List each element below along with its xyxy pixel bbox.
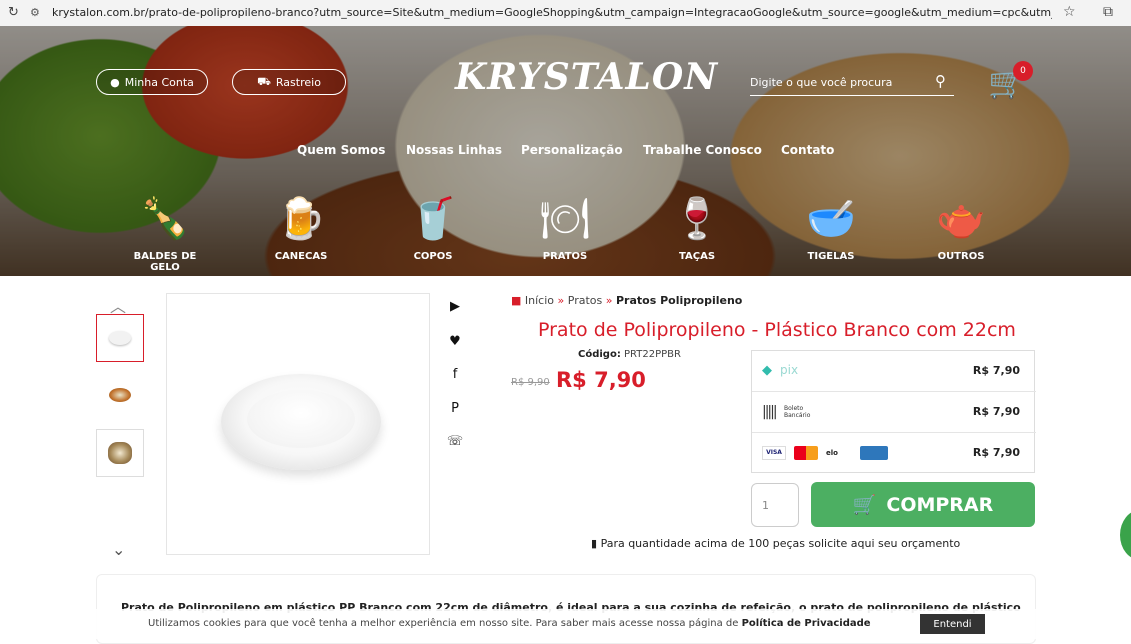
category-pratos[interactable]: 🍽 PRATOS	[520, 191, 610, 262]
browser-address-bar: ↻ ⚙ krystalon.com.br/prato-de-polipropil…	[0, 0, 1131, 26]
category-baldes-de-gelo[interactable]: 🍾 BALDES DE GELO	[120, 191, 210, 273]
header-hero: ● Minha Conta ⛟ Rastreio KRYSTALON Digit…	[0, 26, 1131, 276]
old-price: R$ 9,90	[511, 377, 550, 388]
thumbnail-plate[interactable]	[96, 314, 144, 362]
whatsapp-chat-button[interactable]	[1120, 510, 1131, 560]
quote-link[interactable]: ▮ Para quantidade acima de 100 peças sol…	[591, 537, 960, 550]
wine-glass-icon: 🍷	[672, 196, 722, 242]
pitcher-icon: 🫖	[936, 196, 986, 242]
clipboard-icon: ▮	[591, 537, 598, 550]
quantity-input[interactable]: 1	[751, 483, 799, 527]
pix-amount: R$ 7,90	[972, 364, 1020, 377]
dish-thumbnail-image	[108, 442, 132, 464]
boleto-label: Boleto Bancário	[784, 405, 811, 419]
bowls-icon: 🥣	[806, 196, 856, 242]
search-box[interactable]: Digite o que você procura ⚲	[750, 72, 954, 96]
elo-icon: elo	[826, 449, 838, 457]
boleto-amount: R$ 7,90	[972, 405, 1020, 418]
play-video-icon[interactable]: ▶	[445, 296, 465, 316]
tracking-label: Rastreio	[275, 75, 321, 89]
cookie-banner: Utilizamos cookies para que você tenha a…	[0, 609, 1131, 639]
cookie-accept-button[interactable]: Entendi	[920, 614, 985, 634]
pix-icon: ◆	[762, 363, 772, 378]
category-label: BALDES DE GELO	[133, 251, 197, 273]
category-copos[interactable]: 🥤 COPOS	[388, 191, 478, 262]
site-info-icon[interactable]: ⚙	[30, 6, 40, 19]
category-label: TAÇAS	[678, 251, 716, 262]
food-thumbnail-image	[109, 388, 131, 402]
breadcrumb-separator-icon: »	[557, 294, 565, 307]
category-tigelas[interactable]: 🥣 TIGELAS	[786, 191, 876, 262]
barcode-icon: |||||	[762, 404, 778, 420]
category-tacas[interactable]: 🍷 TAÇAS	[652, 191, 742, 262]
category-label: CANECAS	[274, 251, 328, 262]
cookie-text: Utilizamos cookies para que você tenha a…	[148, 618, 742, 629]
product-main-image[interactable]	[166, 293, 430, 555]
tracking-button[interactable]: ⛟ Rastreio	[232, 69, 346, 95]
breadcrumb-current: Pratos Polipropileno	[615, 294, 743, 307]
site-logo[interactable]: KRYSTALON	[455, 56, 718, 98]
category-label: COPOS	[413, 251, 453, 262]
nav-nossas-linhas[interactable]: Nossas Linhas	[406, 143, 502, 157]
plates-icon: 🍽	[539, 196, 591, 242]
url-text[interactable]: krystalon.com.br/prato-de-polipropileno-…	[52, 6, 1052, 19]
visa-icon: VISA	[762, 446, 786, 460]
favorite-heart-icon[interactable]: ♥	[445, 331, 465, 351]
payment-row-boleto: ||||| Boleto Bancário R$ 7,90	[752, 392, 1036, 433]
folder-icon: ■	[511, 294, 522, 307]
breadcrumb-home[interactable]: Início	[525, 294, 554, 307]
whatsapp-icon[interactable]: ☏	[445, 431, 465, 451]
nav-quem-somos[interactable]: Quem Somos	[297, 143, 385, 157]
cart-count-badge: 0	[1013, 61, 1033, 81]
search-icon[interactable]: ⚲	[935, 72, 946, 90]
pinterest-icon[interactable]: P	[445, 398, 465, 418]
category-label: PRATOS	[542, 251, 588, 262]
facebook-icon[interactable]: f	[445, 364, 465, 384]
cart-icon: 🛒	[852, 494, 877, 516]
category-outros[interactable]: 🫖 OUTROS	[916, 191, 1006, 262]
payment-row-cards: VISA elo R$ 7,90	[752, 433, 1036, 474]
nav-contato[interactable]: Contato	[781, 143, 834, 157]
pix-label: pix	[780, 363, 799, 377]
current-price: R$ 7,90	[556, 368, 646, 392]
extensions-icon[interactable]: ⧉	[1103, 4, 1113, 20]
product-code-value: PRT22PPBR	[624, 349, 681, 360]
category-label: OUTROS	[937, 251, 985, 262]
user-icon: ●	[110, 75, 120, 89]
bookmark-star-icon[interactable]: ☆	[1063, 4, 1076, 20]
cup-icon: 🥤	[408, 196, 458, 242]
mug-icon: 🍺	[276, 196, 326, 242]
breadcrumb-section[interactable]: Pratos	[568, 294, 602, 307]
privacy-policy-link[interactable]: Política de Privacidade	[742, 618, 871, 629]
search-input[interactable]: Digite o que você procura	[750, 76, 892, 89]
account-label: Minha Conta	[124, 75, 194, 89]
nav-trabalhe-conosco[interactable]: Trabalhe Conosco	[643, 143, 762, 157]
thumbs-down-arrow-icon[interactable]: ⌄	[112, 540, 125, 559]
cookie-message: Utilizamos cookies para que você tenha a…	[148, 618, 871, 629]
cards-amount: R$ 7,90	[972, 446, 1020, 459]
product-code: Código: PRT22PPBR	[578, 349, 681, 360]
thumbnail-dish[interactable]	[96, 429, 144, 477]
ice-bucket-icon: 🍾	[140, 196, 190, 242]
category-label: TIGELAS	[807, 251, 855, 262]
product-code-label: Código:	[578, 349, 621, 360]
account-button[interactable]: ● Minha Conta	[96, 69, 208, 95]
breadcrumb: ■ Início » Pratos » Pratos Polipropileno	[511, 294, 742, 307]
white-plate-image	[221, 374, 381, 470]
thumbnail-food-plate[interactable]	[96, 371, 144, 419]
buy-label: COMPRAR	[886, 493, 994, 516]
plate-thumbnail-image	[109, 331, 131, 345]
buy-button[interactable]: 🛒 COMPRAR	[811, 482, 1035, 527]
breadcrumb-separator-icon: »	[605, 294, 613, 307]
quote-text: Para quantidade acima de 100 peças solic…	[600, 537, 961, 550]
truck-icon: ⛟	[257, 74, 271, 88]
payment-options: ◆ pix R$ 7,90 ||||| Boleto Bancário R$ 7…	[751, 350, 1036, 474]
mastercard-icon	[794, 446, 818, 460]
product-title: Prato de Polipropileno - Plástico Branco…	[538, 319, 1016, 341]
payment-row-pix: ◆ pix R$ 7,90	[752, 351, 1036, 392]
nav-personalizacao[interactable]: Personalização	[521, 143, 623, 157]
category-canecas[interactable]: 🍺 CANECAS	[256, 191, 346, 262]
amex-icon	[860, 446, 888, 460]
reload-icon[interactable]: ↻	[8, 5, 19, 20]
